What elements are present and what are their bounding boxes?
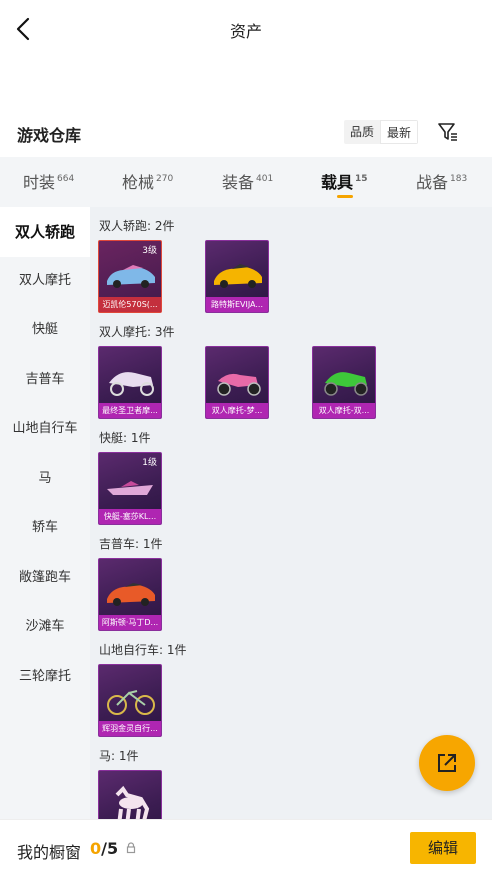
- horse-icon: [115, 785, 150, 819]
- item-name: 最终圣卫者摩...: [99, 403, 161, 418]
- item-card[interactable]: 最终圣卫者摩...: [98, 346, 162, 419]
- item-card[interactable]: 阿斯顿·马丁D...: [98, 558, 162, 631]
- tab-supplies[interactable]: 战备 183: [416, 169, 467, 193]
- group-label: 双人摩托: 3件: [99, 325, 175, 339]
- warehouse-title: 游戏仓库: [17, 126, 82, 145]
- item-card[interactable]: 双人摩托-双...: [312, 346, 376, 419]
- item-card[interactable]: 辉羽金灵自行...: [98, 664, 162, 737]
- group-label: 吉普车: 1件: [99, 537, 163, 551]
- sort-newest-button[interactable]: 最新: [380, 120, 419, 144]
- page-title: 资产: [229, 22, 262, 41]
- group-label: 山地自行车: 1件: [99, 643, 187, 657]
- item-card[interactable]: 3级 迈凯伦570S(...: [98, 240, 162, 313]
- group-label: 马: 1件: [99, 749, 139, 763]
- sort-toggle: 品质 最新: [344, 120, 419, 144]
- motorcycle-icon: [109, 372, 154, 396]
- item-card[interactable]: 1级 快艇-塞莎KL...: [98, 452, 162, 525]
- sidebar-item-convertible[interactable]: 敞篷跑车: [0, 566, 90, 590]
- group-label: 快艇: 1件: [99, 431, 151, 445]
- sidebar-item-trike[interactable]: 三轮摩托: [0, 665, 90, 689]
- tab-vehicles[interactable]: 载具 15: [321, 169, 368, 193]
- top-bar: 资产: [0, 0, 492, 60]
- sidebar-item-jeep[interactable]: 吉普车: [0, 368, 90, 392]
- bicycle-icon: [107, 690, 155, 715]
- item-name: 双人摩托-梦...: [206, 403, 268, 418]
- category-tabs: 时装 664 枪械 270 装备 401 载具 15 战备 183: [0, 157, 492, 207]
- item-name: 快艇-塞莎KL...: [99, 509, 161, 524]
- item-card[interactable]: 路特斯EVIJA...: [205, 240, 269, 313]
- share-button[interactable]: [419, 735, 475, 791]
- sidebar-item-horse[interactable]: 马: [0, 467, 90, 491]
- vehicle-list: 双人轿跑: 2件 3级 迈凯伦570S(... 路特斯EVIJA... 双人摩托…: [90, 207, 492, 819]
- sidebar-item-coupe[interactable]: 双人轿跑: [0, 207, 90, 257]
- item-name: 双人摩托-双...: [313, 403, 375, 418]
- tab-equipment[interactable]: 装备 401: [222, 169, 273, 193]
- sidebar-item-sedan[interactable]: 轿车: [0, 516, 90, 540]
- item-card[interactable]: 双人摩托-梦...: [205, 346, 269, 419]
- item-card[interactable]: [98, 770, 162, 819]
- sports-car-icon: [107, 583, 155, 606]
- motorcycle-icon: [324, 372, 368, 396]
- item-name: 迈凯伦570S(...: [99, 297, 161, 312]
- tab-firearms[interactable]: 枪械 270: [122, 169, 173, 193]
- sidebar-item-speedboat[interactable]: 快艇: [0, 318, 90, 342]
- motorcycle-icon: [217, 373, 261, 396]
- tab-fashion[interactable]: 时装 664: [23, 169, 74, 193]
- sidebar-item-beach-buggy[interactable]: 沙滩车: [0, 615, 90, 639]
- filter-icon: [438, 123, 457, 141]
- showcase-bar: 我的橱窗 0/5 编辑: [0, 819, 492, 876]
- sidebar-item-motorcycle[interactable]: 双人摩托: [0, 269, 90, 293]
- sort-quality-button[interactable]: 品质: [344, 120, 380, 144]
- sports-car-icon: [214, 264, 262, 288]
- warehouse-row: 游戏仓库 品质 最新: [0, 112, 492, 152]
- showcase-label: 我的橱窗: [17, 843, 82, 862]
- item-name: 路特斯EVIJA...: [206, 297, 268, 312]
- sports-car-icon: [107, 265, 155, 288]
- lock-icon: [126, 842, 136, 854]
- vehicle-type-sidebar: 双人轿跑 双人摩托 快艇 吉普车 山地自行车 马 轿车 敞篷跑车 沙滩车 三轮摩…: [0, 207, 90, 819]
- active-tab-indicator: [337, 195, 353, 198]
- showcase-count: 0/5: [90, 839, 119, 858]
- edit-button[interactable]: 编辑: [410, 832, 476, 864]
- share-external-icon: [438, 754, 456, 772]
- speedboat-icon: [107, 481, 153, 495]
- filter-button[interactable]: [437, 120, 459, 144]
- item-name: 辉羽金灵自行...: [99, 721, 161, 736]
- sidebar-item-mountain-bike[interactable]: 山地自行车: [0, 417, 90, 441]
- group-label: 双人轿跑: 2件: [99, 219, 175, 233]
- item-name: 阿斯顿·马丁D...: [99, 615, 161, 630]
